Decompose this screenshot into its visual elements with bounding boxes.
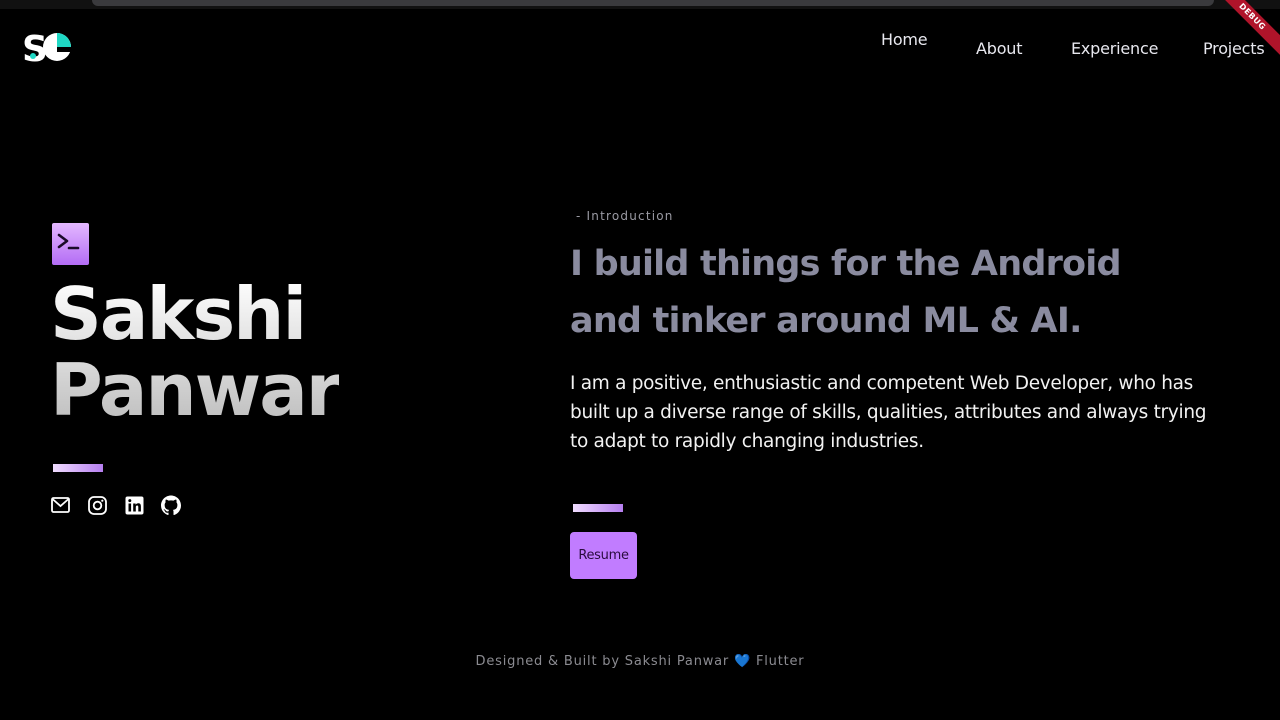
hero-name: Sakshi Panwar xyxy=(50,276,339,428)
nav-about-link[interactable]: About xyxy=(976,39,1023,58)
linkedin-icon[interactable] xyxy=(124,494,144,516)
mail-icon[interactable] xyxy=(50,494,70,516)
github-icon[interactable] xyxy=(161,494,181,516)
social-links xyxy=(50,494,181,516)
sp-logo[interactable]: S xyxy=(22,28,76,70)
resume-button[interactable]: Resume xyxy=(570,532,637,579)
top-scrollbar[interactable] xyxy=(92,0,1214,6)
footer-flutter: Flutter xyxy=(755,654,805,669)
hero-description: I am a positive, enthusiastic and compet… xyxy=(570,373,1207,452)
footer-credit: Designed & Built by Sakshi Panwar 💙 Flut… xyxy=(0,654,1280,669)
hero-headline: I build things for the Android and tinke… xyxy=(570,244,1122,341)
intro-label: - Introduction xyxy=(576,209,674,223)
first-name: Sakshi xyxy=(50,272,306,356)
heart-icon: 💙 xyxy=(734,654,752,669)
footer-text: Designed & Built by Sakshi Panwar xyxy=(475,654,730,669)
nav-home-link[interactable]: Home xyxy=(881,30,928,49)
accent-bar-left xyxy=(53,464,103,472)
accent-bar-right xyxy=(573,504,623,512)
nav-experience-link[interactable]: Experience xyxy=(1071,39,1158,58)
terminal-icon xyxy=(52,223,89,265)
instagram-icon[interactable] xyxy=(87,494,107,516)
last-name: Panwar xyxy=(50,348,340,432)
nav-projects-link[interactable]: Projects xyxy=(1203,39,1265,58)
browser-top-bar xyxy=(0,0,1280,9)
